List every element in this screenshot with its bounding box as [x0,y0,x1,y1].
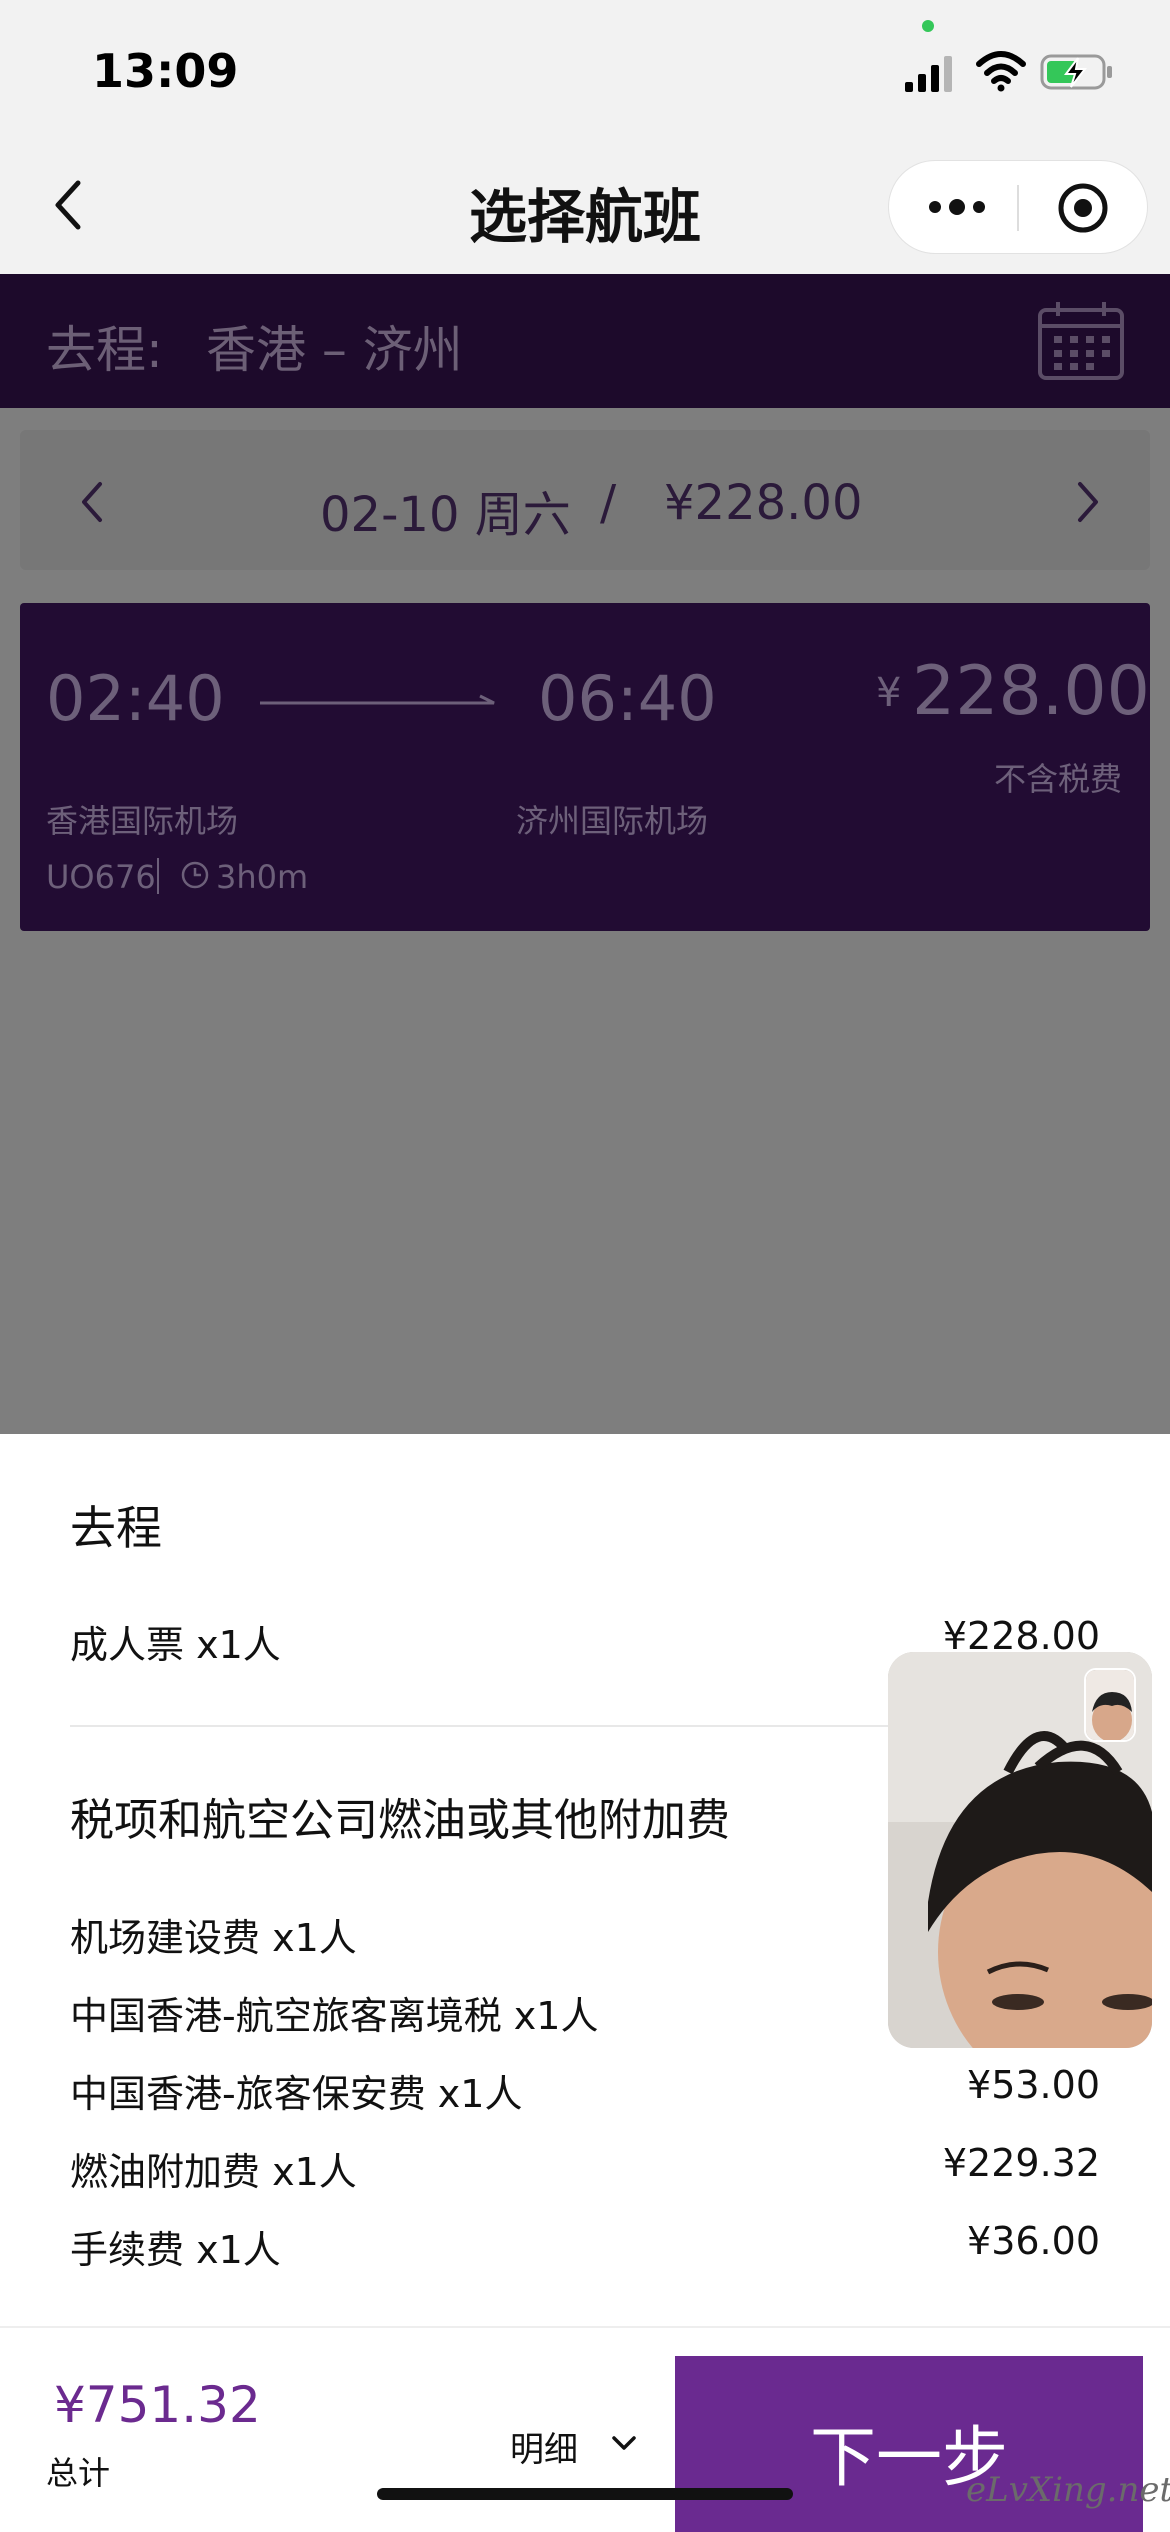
selected-date: 02-10 周六 [320,487,571,543]
flight-info-divider [157,858,159,894]
total-price: ¥751.32 [54,2376,261,2434]
fee-label: 燃油附加费 x1人 [70,2150,357,2194]
fee-amount: ¥229.32 [942,2141,1100,2185]
detail-label: 明细 [510,2430,578,2470]
tax-note: 不含税费 [994,760,1123,798]
arrival-time: 06:40 [538,662,717,735]
price-detail-toggle[interactable]: 明细 [510,2418,650,2478]
chevron-down-icon [612,2436,636,2450]
route-header [0,274,1170,408]
clock-icon [181,861,209,889]
fee-amount: ¥36.00 [967,2219,1100,2263]
page-title: 选择航班 [468,183,701,251]
capsule-divider [1017,185,1019,231]
fee-amount: ¥53.00 [967,2063,1100,2107]
back-button[interactable] [40,165,100,245]
flight-number: UO676 [46,858,156,896]
home-indicator [377,2488,793,2500]
fee-label: 机场建设费 x1人 [70,1916,357,1960]
price-currency: ¥ [876,670,902,716]
date-selector [20,430,1150,570]
route-label: 去程: [46,321,163,379]
close-miniprogram-icon[interactable] [1055,180,1111,236]
battery-charging-icon [1040,54,1112,90]
tax-section-title: 税项和航空公司燃油或其他附加费 [70,1795,730,1846]
watermark: eLvXing.net [966,2470,1170,2510]
flight-price: 228.00 [912,652,1150,731]
more-options-icon[interactable] [925,190,989,224]
wifi-icon [976,51,1026,92]
next-date-button[interactable] [1068,472,1108,532]
route-cities: 香港 – 济州 [206,321,463,379]
self-preview-image [1086,1670,1134,1740]
calendar-icon[interactable] [1036,300,1126,382]
departure-airport: 香港国际机场 [46,802,239,840]
date-separator: / [600,475,617,531]
video-self-preview[interactable] [1084,1668,1136,1742]
adult-ticket-label: 成人票 x1人 [70,1623,281,1667]
fee-label: 中国香港-旅客保安费 x1人 [70,2072,523,2116]
fee-label: 手续费 x1人 [70,2228,281,2272]
status-time: 13:09 [92,44,239,98]
cellular-signal-icon [905,56,952,92]
sheet-title: 去程 [70,1501,162,1555]
camera-indicator-dot [922,20,934,32]
flight-duration: 3h0m [216,858,309,896]
arrival-airport: 济州国际机场 [516,802,709,840]
total-label: 总计 [46,2454,111,2492]
arrow-right-icon [260,694,495,705]
fee-label: 中国香港-航空旅客离境税 x1人 [70,1994,599,2038]
departure-time: 02:40 [46,662,225,735]
date-lowest-price: ¥228.00 [664,475,863,531]
previous-date-button[interactable] [72,472,112,532]
